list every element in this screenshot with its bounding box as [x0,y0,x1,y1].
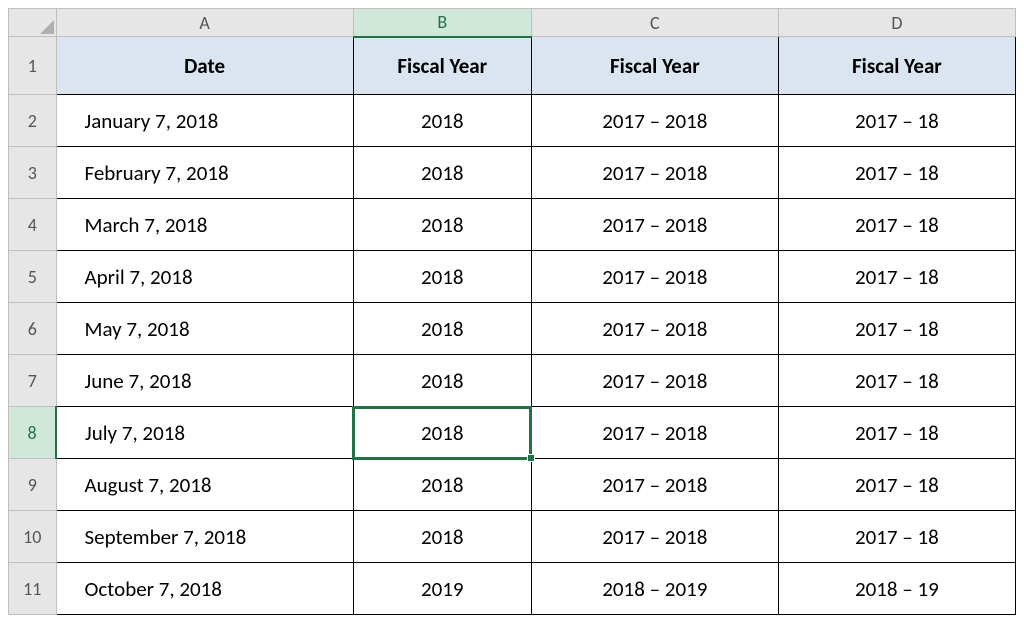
cell-c4[interactable]: 2017 – 2018 [531,199,778,251]
cell-a9[interactable]: August 7, 2018 [56,459,353,511]
row-header-7[interactable]: 7 [9,355,57,407]
cell-a11[interactable]: October 7, 2018 [56,563,353,615]
cell-c2[interactable]: 2017 – 2018 [531,95,778,147]
cell-c10[interactable]: 2017 – 2018 [531,511,778,563]
cell-b2[interactable]: 2018 [353,95,531,147]
cell-d7[interactable]: 2017 – 18 [778,355,1015,407]
col-header-a[interactable]: A [56,9,353,37]
cell-c7[interactable]: 2017 – 2018 [531,355,778,407]
cell-b3[interactable]: 2018 [353,147,531,199]
row-header-10[interactable]: 10 [9,511,57,563]
row-header-1[interactable]: 1 [9,37,57,95]
cell-b4[interactable]: 2018 [353,199,531,251]
cell-d4[interactable]: 2017 – 18 [778,199,1015,251]
cell-b6[interactable]: 2018 [353,303,531,355]
row-header-9[interactable]: 9 [9,459,57,511]
cell-d3[interactable]: 2017 – 18 [778,147,1015,199]
cell-b1[interactable]: Fiscal Year [353,37,531,95]
row-header-11[interactable]: 11 [9,563,57,615]
cell-b8[interactable]: 2018 [353,407,531,459]
cell-b11[interactable]: 2019 [353,563,531,615]
cell-d1[interactable]: Fiscal Year [778,37,1015,95]
cell-b9[interactable]: 2018 [353,459,531,511]
cell-d8[interactable]: 2017 – 18 [778,407,1015,459]
cell-a2[interactable]: January 7, 2018 [56,95,353,147]
cell-c6[interactable]: 2017 – 2018 [531,303,778,355]
cell-a1[interactable]: Date [56,37,353,95]
cell-a6[interactable]: May 7, 2018 [56,303,353,355]
col-header-b[interactable]: B [353,9,531,37]
fill-handle[interactable] [527,454,535,462]
cell-a10[interactable]: September 7, 2018 [56,511,353,563]
row-header-3[interactable]: 3 [9,147,57,199]
col-header-c[interactable]: C [531,9,778,37]
cell-c9[interactable]: 2017 – 2018 [531,459,778,511]
select-all-corner[interactable] [9,9,57,37]
cell-b8-value: 2018 [421,420,464,446]
col-header-d[interactable]: D [778,9,1015,37]
cell-d10[interactable]: 2017 – 18 [778,511,1015,563]
cell-d2[interactable]: 2017 – 18 [778,95,1015,147]
row-header-8[interactable]: 8 [9,407,57,459]
cell-a8[interactable]: July 7, 2018 [56,407,353,459]
cell-c3[interactable]: 2017 – 2018 [531,147,778,199]
row-header-5[interactable]: 5 [9,251,57,303]
cell-d11[interactable]: 2018 – 19 [778,563,1015,615]
cell-b7[interactable]: 2018 [353,355,531,407]
cell-c8[interactable]: 2017 – 2018 [531,407,778,459]
cell-b5[interactable]: 2018 [353,251,531,303]
cell-d6[interactable]: 2017 – 18 [778,303,1015,355]
row-header-6[interactable]: 6 [9,303,57,355]
cell-a3[interactable]: February 7, 2018 [56,147,353,199]
row-header-4[interactable]: 4 [9,199,57,251]
cell-a4[interactable]: March 7, 2018 [56,199,353,251]
cell-d5[interactable]: 2017 – 18 [778,251,1015,303]
cell-b10[interactable]: 2018 [353,511,531,563]
cell-a5[interactable]: April 7, 2018 [56,251,353,303]
cell-c1[interactable]: Fiscal Year [531,37,778,95]
cell-c11[interactable]: 2018 – 2019 [531,563,778,615]
cell-c5[interactable]: 2017 – 2018 [531,251,778,303]
cell-d9[interactable]: 2017 – 18 [778,459,1015,511]
cell-a7[interactable]: June 7, 2018 [56,355,353,407]
spreadsheet-grid[interactable]: A B C D 1 Date Fiscal Year Fiscal Year F… [8,8,1016,615]
row-header-2[interactable]: 2 [9,95,57,147]
